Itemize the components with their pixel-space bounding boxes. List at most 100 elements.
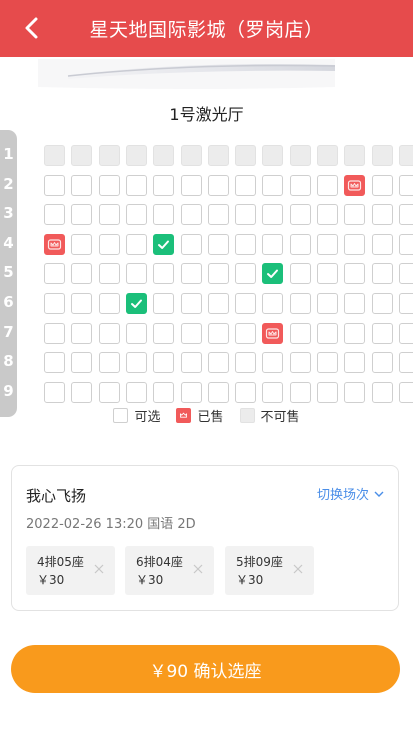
seat[interactable] (71, 233, 93, 255)
seat[interactable] (344, 322, 366, 344)
seat[interactable] (44, 293, 65, 314)
seat[interactable] (371, 293, 393, 314)
confirm-seat-button[interactable]: ￥90 确认选座 (11, 645, 400, 693)
seat[interactable] (289, 233, 311, 255)
seat-selected[interactable] (153, 233, 175, 255)
seat[interactable] (289, 263, 311, 285)
seat[interactable] (71, 322, 93, 344)
seat[interactable] (71, 204, 93, 226)
seat[interactable] (317, 322, 338, 344)
seat[interactable] (371, 204, 393, 226)
seat[interactable] (98, 381, 120, 403)
close-icon[interactable] (93, 563, 105, 575)
seat[interactable] (371, 233, 393, 255)
seat[interactable] (125, 263, 147, 285)
seat[interactable] (317, 263, 338, 285)
seat[interactable] (398, 322, 413, 344)
selected-ticket[interactable]: 4排05座 ￥30 (26, 546, 115, 595)
seat[interactable] (71, 263, 93, 285)
seat[interactable] (71, 174, 93, 196)
seat[interactable] (44, 352, 65, 374)
seat[interactable] (207, 204, 229, 226)
seat[interactable] (317, 352, 338, 374)
seat[interactable] (207, 174, 229, 196)
seat[interactable] (180, 263, 202, 285)
seat[interactable] (398, 233, 413, 255)
seat[interactable] (153, 174, 175, 196)
seat[interactable] (317, 204, 338, 226)
seat[interactable] (235, 293, 257, 314)
back-button[interactable] (18, 14, 46, 42)
seat[interactable] (371, 263, 393, 285)
seat[interactable] (207, 293, 229, 314)
seat[interactable] (180, 174, 202, 196)
seat[interactable] (344, 352, 366, 374)
seat[interactable] (98, 293, 120, 314)
seat[interactable] (207, 263, 229, 285)
seat[interactable] (398, 204, 413, 226)
seat[interactable] (398, 352, 413, 374)
seat[interactable] (262, 381, 284, 403)
seat[interactable] (44, 381, 65, 403)
seat[interactable] (344, 381, 366, 403)
seat[interactable] (289, 352, 311, 374)
seat[interactable] (398, 293, 413, 314)
seat[interactable] (344, 293, 366, 314)
seat[interactable] (98, 352, 120, 374)
seat-selected[interactable] (125, 293, 147, 314)
seat[interactable] (125, 174, 147, 196)
seat[interactable] (371, 381, 393, 403)
seat[interactable] (262, 233, 284, 255)
seat[interactable] (207, 322, 229, 344)
seat[interactable] (235, 381, 257, 403)
seat[interactable] (153, 352, 175, 374)
seat[interactable] (262, 293, 284, 314)
close-icon[interactable] (192, 563, 204, 575)
seat[interactable] (317, 233, 338, 255)
seat[interactable] (180, 322, 202, 344)
seat[interactable] (125, 204, 147, 226)
seat[interactable] (235, 322, 257, 344)
selected-ticket[interactable]: 5排09座 ￥30 (225, 546, 314, 595)
seat[interactable] (153, 293, 175, 314)
seat[interactable] (344, 233, 366, 255)
seat[interactable] (71, 352, 93, 374)
seat[interactable] (44, 174, 65, 196)
seat[interactable] (289, 381, 311, 403)
seat[interactable] (262, 174, 284, 196)
seat[interactable] (317, 381, 338, 403)
seat[interactable] (125, 233, 147, 255)
seat[interactable] (344, 263, 366, 285)
selected-ticket[interactable]: 6排04座 ￥30 (125, 546, 214, 595)
seat[interactable] (125, 352, 147, 374)
seat[interactable] (235, 233, 257, 255)
seat[interactable] (125, 322, 147, 344)
seat[interactable] (371, 174, 393, 196)
seat[interactable] (344, 204, 366, 226)
seat[interactable] (180, 381, 202, 403)
seat[interactable] (125, 381, 147, 403)
seat[interactable] (289, 174, 311, 196)
seat[interactable] (207, 381, 229, 403)
seat[interactable] (207, 233, 229, 255)
seat[interactable] (235, 263, 257, 285)
seat-selected[interactable] (262, 263, 284, 285)
seat[interactable] (289, 322, 311, 344)
seat[interactable] (98, 174, 120, 196)
seat[interactable] (44, 322, 65, 344)
seat[interactable] (71, 293, 93, 314)
seat[interactable] (398, 174, 413, 196)
seat[interactable] (207, 352, 229, 374)
seat[interactable] (180, 293, 202, 314)
seat[interactable] (153, 322, 175, 344)
seat[interactable] (317, 174, 338, 196)
seat[interactable] (98, 204, 120, 226)
seat[interactable] (317, 293, 338, 314)
seat[interactable] (235, 352, 257, 374)
seat[interactable] (289, 293, 311, 314)
seat[interactable] (153, 381, 175, 403)
seat[interactable] (153, 263, 175, 285)
seat[interactable] (398, 381, 413, 403)
switch-showtime-button[interactable]: 切换场次 (317, 484, 384, 503)
seat[interactable] (180, 204, 202, 226)
